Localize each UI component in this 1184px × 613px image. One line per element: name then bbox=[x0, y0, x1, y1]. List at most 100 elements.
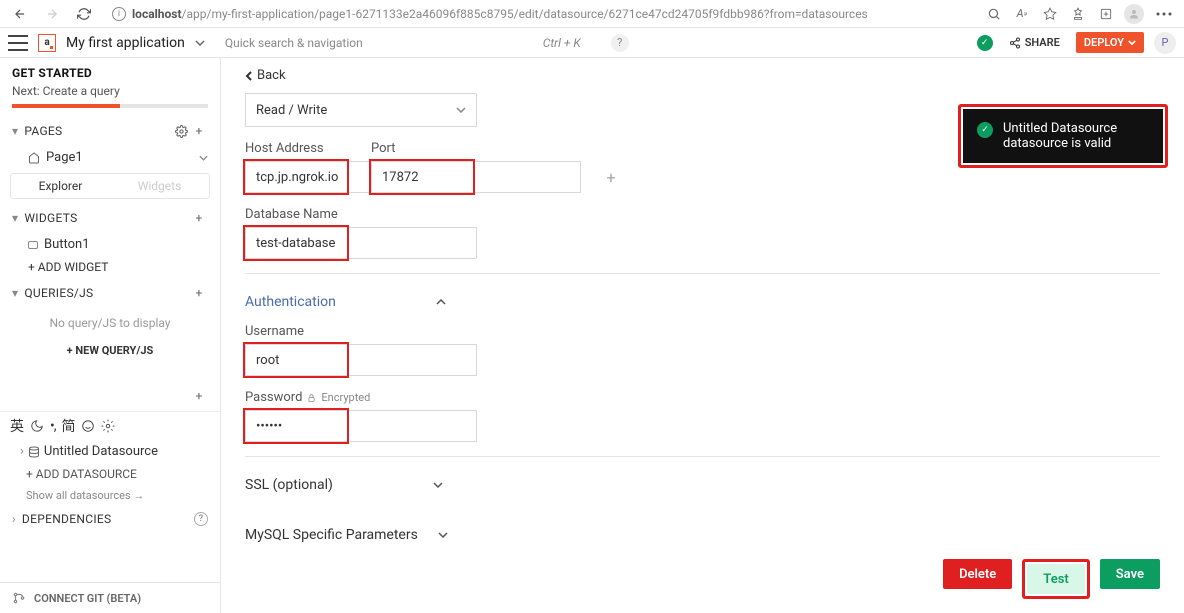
read-aloud-icon[interactable]: A» bbox=[1012, 4, 1032, 24]
home-icon bbox=[28, 152, 40, 164]
chevron-right-icon: › bbox=[12, 512, 16, 526]
app-header: a My first application Quick search & na… bbox=[0, 28, 1184, 58]
chevron-down-icon: ▾ bbox=[12, 124, 18, 138]
mysql-params-section-header[interactable]: MySQL Specific Parameters bbox=[245, 521, 1160, 549]
help-dependencies-icon[interactable]: ? bbox=[194, 512, 208, 526]
encrypted-label: Encrypted bbox=[321, 391, 370, 404]
toast-highlight: ✓ Untitled Datasource datasource is vali… bbox=[958, 104, 1168, 168]
database-input[interactable] bbox=[245, 227, 477, 259]
datasources-group-partial[interactable]: + bbox=[0, 381, 220, 411]
url-bar[interactable]: i localhost/app/my-first-application/pag… bbox=[104, 3, 976, 25]
chevron-up-icon bbox=[436, 299, 446, 305]
forward-nav-icon[interactable] bbox=[40, 2, 64, 26]
chevron-down-icon bbox=[433, 482, 443, 488]
share-button[interactable]: SHARE bbox=[1003, 34, 1066, 51]
chevron-down-icon bbox=[438, 532, 448, 538]
tab-widgets[interactable]: Widgets bbox=[110, 174, 209, 198]
queries-empty: No query/JS to display bbox=[0, 308, 220, 338]
deploy-button[interactable]: DEPLOY bbox=[1076, 32, 1144, 53]
database-icon bbox=[28, 446, 40, 458]
chevron-down-icon: ▾ bbox=[12, 211, 18, 225]
punctuation-icon[interactable]: •, bbox=[50, 418, 55, 434]
datasource-editor: Back Read / Write Host Address Port bbox=[221, 58, 1184, 613]
sidebar-item-datasource[interactable]: › Untitled Datasource bbox=[0, 440, 220, 463]
back-nav-icon[interactable] bbox=[8, 2, 32, 26]
ime-bar: 英 •, 简 bbox=[0, 411, 220, 440]
check-icon: ✓ bbox=[977, 122, 993, 138]
password-input[interactable] bbox=[245, 410, 477, 442]
dependencies-group[interactable]: › DEPENDENCIES ? bbox=[0, 506, 220, 532]
moon-icon[interactable] bbox=[30, 419, 44, 433]
authentication-section-header[interactable]: Authentication bbox=[245, 288, 1160, 316]
tab-explorer[interactable]: Explorer bbox=[11, 174, 110, 198]
add-widget-action[interactable]: + ADD WIDGET bbox=[0, 256, 220, 278]
collections-icon[interactable] bbox=[1096, 4, 1116, 24]
gear-icon[interactable] bbox=[172, 122, 190, 140]
chevron-left-icon bbox=[245, 71, 253, 81]
button-widget-icon bbox=[28, 241, 38, 249]
new-query-action[interactable]: + NEW QUERY/JS bbox=[0, 338, 220, 363]
help-icon[interactable]: ? bbox=[611, 34, 629, 52]
favorites-bar-icon[interactable] bbox=[1068, 4, 1088, 24]
settings-icon[interactable] bbox=[101, 419, 115, 433]
add-datasource-action[interactable]: + ADD DATASOURCE bbox=[0, 463, 220, 485]
pages-group[interactable]: ▾ PAGES + bbox=[0, 116, 220, 146]
lock-icon bbox=[307, 393, 316, 403]
quick-search-placeholder: Quick search & navigation bbox=[225, 36, 363, 50]
more-icon[interactable] bbox=[1152, 4, 1176, 24]
port-input[interactable] bbox=[371, 161, 581, 193]
delete-button[interactable]: Delete bbox=[943, 559, 1012, 589]
quick-search-shortcut: Ctrl + K bbox=[543, 36, 581, 50]
status-ok-icon: ✓ bbox=[977, 35, 993, 51]
save-button[interactable]: Save bbox=[1100, 559, 1160, 589]
port-label: Port bbox=[371, 141, 621, 156]
info-icon: i bbox=[112, 7, 126, 21]
chevron-down-icon: ▾ bbox=[12, 286, 18, 300]
host-label: Host Address bbox=[245, 141, 347, 156]
toast-message: Untitled Datasource datasource is valid bbox=[1003, 121, 1149, 151]
quick-search[interactable]: Quick search & navigation Ctrl + K bbox=[215, 32, 591, 54]
add-endpoint-icon[interactable]: + bbox=[601, 167, 621, 187]
progress-bar bbox=[12, 104, 208, 108]
profile-avatar[interactable] bbox=[1124, 4, 1144, 24]
browser-toolbar: i localhost/app/my-first-application/pag… bbox=[0, 0, 1184, 28]
footer-actions: Delete Test Save bbox=[943, 559, 1160, 599]
connection-mode-select[interactable]: Read / Write bbox=[245, 93, 477, 127]
ssl-section-header[interactable]: SSL (optional) bbox=[245, 471, 1160, 499]
smiley-icon[interactable] bbox=[81, 419, 95, 433]
username-input[interactable] bbox=[245, 344, 477, 376]
sidebar-item-button1[interactable]: Button1 bbox=[0, 233, 220, 256]
show-all-datasources[interactable]: Show all datasources → bbox=[0, 485, 220, 506]
add-datasource-icon[interactable]: + bbox=[190, 387, 208, 405]
search-in-page-icon[interactable] bbox=[984, 4, 1004, 24]
sidebar: GET STARTED Next: Create a query ▾ PAGES… bbox=[0, 58, 221, 613]
get-started-title: GET STARTED bbox=[12, 66, 208, 80]
user-avatar[interactable]: P bbox=[1154, 32, 1176, 54]
add-page-icon[interactable]: + bbox=[190, 122, 208, 140]
expand-icon: › bbox=[20, 444, 24, 459]
add-query-icon[interactable]: + bbox=[190, 284, 208, 302]
app-logo: a bbox=[38, 34, 56, 52]
sidebar-item-page1[interactable]: Page1 bbox=[0, 146, 220, 169]
next-step[interactable]: Next: Create a query bbox=[12, 84, 208, 98]
database-label: Database Name bbox=[245, 207, 347, 222]
widgets-group[interactable]: ▾ WIDGETS + bbox=[0, 203, 220, 233]
add-widget-icon[interactable]: + bbox=[190, 209, 208, 227]
queries-group[interactable]: ▾ QUERIES/JS + bbox=[0, 278, 220, 308]
app-title: My first application bbox=[66, 35, 185, 51]
refresh-icon[interactable] bbox=[72, 2, 96, 26]
menu-icon[interactable] bbox=[8, 35, 28, 51]
validation-toast: ✓ Untitled Datasource datasource is vali… bbox=[963, 109, 1163, 163]
connect-git-footer[interactable]: CONNECT GIT (BETA) bbox=[0, 582, 220, 613]
test-button[interactable]: Test bbox=[1027, 564, 1084, 594]
favorite-icon[interactable] bbox=[1040, 4, 1060, 24]
url-host: localhost bbox=[132, 7, 182, 21]
back-button[interactable]: Back bbox=[245, 68, 1160, 83]
username-label: Username bbox=[245, 324, 347, 339]
app-title-chevron-icon[interactable] bbox=[195, 40, 205, 46]
chevron-down-icon bbox=[456, 107, 466, 113]
git-branch-icon bbox=[12, 591, 26, 605]
url-path: /app/my-first-application/page1-6271133e… bbox=[182, 7, 868, 21]
sidebar-tabs: Explorer Widgets bbox=[10, 173, 210, 199]
chevron-down-icon bbox=[199, 155, 208, 161]
